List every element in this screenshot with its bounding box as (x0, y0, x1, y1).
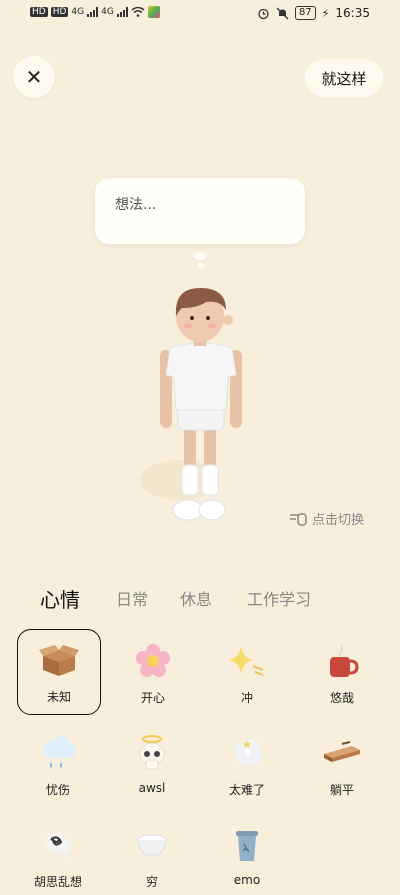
category-tabs: 心情 日常 休息 工作学习 (0, 586, 400, 616)
mood-label: 未知 (46, 690, 71, 704)
charging-icon: ⚡ (321, 6, 330, 20)
mood-item-emo[interactable]: emo (207, 815, 287, 895)
close-icon: ✕ (25, 65, 43, 89)
tap-hand-icon (290, 512, 307, 526)
network-label-1: 4G (71, 7, 85, 17)
status-bar: HD HD 4G 4G 87 ⚡ 16:35 (0, 0, 400, 28)
avatar-figure[interactable] (140, 280, 260, 530)
switch-outfit-button[interactable]: 点击切换 (288, 509, 364, 528)
mood-item-awsl[interactable]: awsl (112, 723, 192, 803)
mood-label: emo (233, 873, 261, 887)
mood-item-lie-flat[interactable]: 躺平 (302, 723, 382, 803)
angel-skull-icon (132, 733, 172, 773)
mood-label: 冲 (240, 691, 253, 705)
tab-work-study[interactable]: 工作学习 (247, 586, 311, 610)
bubble-tail-dot-small (197, 263, 204, 268)
thought-bubble[interactable]: 想法... (95, 178, 305, 244)
tab-rest[interactable]: 休息 (180, 586, 212, 610)
mood-item-sad[interactable]: 忧伤 (18, 723, 98, 803)
status-left: HD HD 4G 4G (30, 6, 160, 18)
tab-daily[interactable]: 日常 (116, 586, 148, 610)
dizzy-cloud-icon (227, 733, 267, 773)
signal-icon (87, 7, 99, 17)
mood-item-leisurely[interactable]: 悠哉 (302, 631, 382, 711)
tab-mood[interactable]: 心情 (40, 584, 80, 613)
mood-item-go[interactable]: 冲 (207, 631, 287, 711)
alarm-icon (258, 8, 269, 19)
empty-bowl-icon (132, 825, 172, 865)
mood-item-too-hard[interactable]: 太难了 (207, 723, 287, 803)
hd-tag-2: HD (50, 7, 69, 17)
mood-label: 躺平 (329, 783, 354, 797)
signal-icon-2 (116, 7, 128, 17)
sparkle-icon (227, 641, 267, 681)
done-button[interactable]: 就这样 (305, 59, 383, 97)
mood-label: 开心 (140, 691, 165, 705)
mood-item-unknown[interactable]: 未知 (17, 629, 101, 715)
mood-item-broke[interactable]: 穷 (112, 815, 192, 895)
box-icon (39, 640, 79, 680)
mug-icon (322, 641, 362, 681)
battery-indicator: 87 (294, 6, 316, 20)
mood-label: 忧伤 (45, 783, 70, 797)
flower-icon (133, 641, 173, 681)
mood-label: awsl (138, 781, 166, 795)
mute-icon (276, 7, 289, 19)
rain-cloud-icon (38, 733, 78, 773)
mood-label: 胡思乱想 (33, 875, 82, 889)
mood-label: 穷 (145, 875, 158, 889)
bubble-tail-dot (194, 252, 206, 260)
app-notification-icon (147, 6, 160, 18)
switch-label: 点击切换 (312, 513, 365, 528)
clock: 16:35 (335, 6, 370, 20)
hd-tag-1: HD (30, 7, 48, 17)
thought-placeholder: 想法... (115, 197, 157, 213)
mood-label: 悠哉 (329, 691, 354, 705)
network-label-2: 4G (101, 7, 114, 17)
mood-item-overthinking[interactable]: 胡思乱想 (18, 815, 98, 895)
messy-thoughts-icon (38, 825, 78, 865)
lying-flat-icon (322, 733, 362, 773)
trash-can-icon (227, 825, 267, 865)
mood-item-happy[interactable]: 开心 (113, 631, 193, 711)
status-right: 87 ⚡ 16:35 (257, 6, 370, 20)
wifi-icon (131, 7, 145, 17)
mood-label: 太难了 (228, 783, 265, 797)
close-button[interactable]: ✕ (13, 56, 55, 98)
